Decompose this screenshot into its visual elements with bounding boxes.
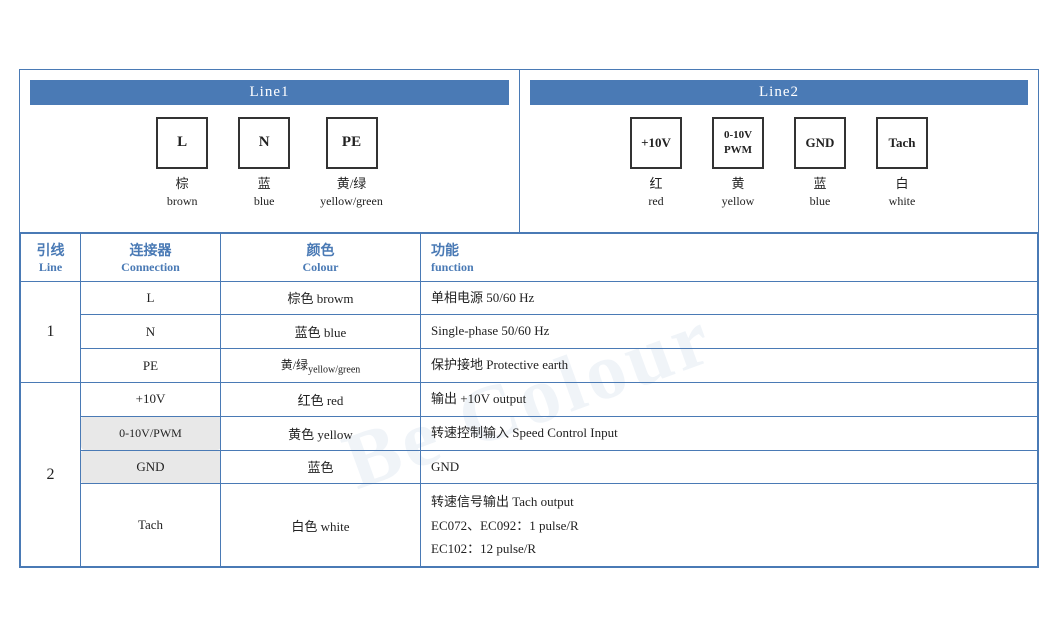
connector-PWM: 0-10VPWM 黄 yellow — [712, 117, 764, 210]
colour-Tach-cell: 白色 white — [221, 484, 421, 567]
conn-PWM-cell: 0-10V/PWM — [81, 416, 221, 450]
colour-N-cell: 蓝色 blue — [221, 315, 421, 349]
header-function: 功能 function — [421, 233, 1038, 281]
conn-PE-cell: PE — [81, 349, 221, 383]
line1-connectors-row: L 棕 brown N 蓝 blue PE 黄/绿 — [30, 117, 509, 210]
func-PWM-cell: 转速控制输入 Speed Control Input — [421, 416, 1038, 450]
conn-N-cell: N — [81, 315, 221, 349]
diagram-area: Line1 L 棕 brown N 蓝 blue P — [20, 70, 1038, 233]
table-header-row: 引线 Line 连接器 Connection 颜色 Colour 功能 func… — [21, 233, 1038, 281]
connector-L: L 棕 brown — [156, 117, 208, 210]
table-row: GND 蓝色 GND — [21, 450, 1038, 484]
colour-PE-cell: 黄/绿yellow/green — [221, 349, 421, 383]
conn-Tach-cell: Tach — [81, 484, 221, 567]
line1-number: 1 — [21, 281, 81, 382]
connector-box-PE: PE — [326, 117, 378, 169]
func-PE-cell: 保护接地 Protective earth — [421, 349, 1038, 383]
func-10V-cell: 输出 +10V output — [421, 382, 1038, 416]
connector-label-L: 棕 brown — [167, 175, 198, 210]
connector-label-Tach: 白 white — [889, 175, 916, 210]
connector-box-N: N — [238, 117, 290, 169]
table-row: PE 黄/绿yellow/green 保护接地 Protective earth — [21, 349, 1038, 383]
line2-number: 2 — [21, 382, 81, 567]
colour-GND-cell: 蓝色 — [221, 450, 421, 484]
connector-label-10V: 红 red — [648, 175, 663, 210]
connector-box-Tach: Tach — [876, 117, 928, 169]
header-connection: 连接器 Connection — [81, 233, 221, 281]
connector-label-N: 蓝 blue — [254, 175, 275, 210]
conn-GND-cell: GND — [81, 450, 221, 484]
conn-L-cell: L — [81, 281, 221, 315]
colour-10V-cell: 红色 red — [221, 382, 421, 416]
header-line: 引线 Line — [21, 233, 81, 281]
connector-box-GND: GND — [794, 117, 846, 169]
diagram-line2: Line2 +10V 红 red 0-10VPWM 黄 yellow — [520, 70, 1038, 232]
connector-PE: PE 黄/绿 yellow/green — [320, 117, 383, 210]
connector-Tach: Tach 白 white — [876, 117, 928, 210]
conn-10V-cell: +10V — [81, 382, 221, 416]
connector-box-L: L — [156, 117, 208, 169]
colour-PWM-cell: 黄色 yellow — [221, 416, 421, 450]
connector-N: N 蓝 blue — [238, 117, 290, 210]
table-row: 0-10V/PWM 黄色 yellow 转速控制输入 Speed Control… — [21, 416, 1038, 450]
connector-box-PWM: 0-10VPWM — [712, 117, 764, 169]
func-L-cell: 单相电源 50/60 Hz — [421, 281, 1038, 315]
connector-label-PE: 黄/绿 yellow/green — [320, 175, 383, 210]
connector-GND: GND 蓝 blue — [794, 117, 846, 210]
colour-L-cell: 棕色 browm — [221, 281, 421, 315]
table-row: N 蓝色 blue Single-phase 50/60 Hz — [21, 315, 1038, 349]
table-row: 1 L 棕色 browm 单相电源 50/60 Hz — [21, 281, 1038, 315]
header-colour: 颜色 Colour — [221, 233, 421, 281]
func-N-cell: Single-phase 50/60 Hz — [421, 315, 1038, 349]
line2-header: Line2 — [530, 80, 1028, 105]
connector-box-10V: +10V — [630, 117, 682, 169]
connector-label-GND: 蓝 blue — [810, 175, 831, 210]
table-row: Tach 白色 white 转速信号输出 Tach output EC072、E… — [21, 484, 1038, 567]
table-row: 2 +10V 红色 red 输出 +10V output — [21, 382, 1038, 416]
connector-label-PWM: 黄 yellow — [722, 175, 755, 210]
diagram-line1: Line1 L 棕 brown N 蓝 blue P — [20, 70, 520, 232]
line1-header: Line1 — [30, 80, 509, 105]
line2-connectors-row: +10V 红 red 0-10VPWM 黄 yellow GND — [530, 117, 1028, 210]
data-table: 引线 Line 连接器 Connection 颜色 Colour 功能 func… — [20, 233, 1038, 568]
table-wrapper: Be Colour 引线 Line 连接器 Connection 颜色 Colo… — [20, 233, 1038, 568]
func-GND-cell: GND — [421, 450, 1038, 484]
main-container: Line1 L 棕 brown N 蓝 blue P — [19, 69, 1039, 569]
connector-10V: +10V 红 red — [630, 117, 682, 210]
func-Tach-cell: 转速信号输出 Tach output EC072、EC092：1 pulse/R… — [421, 484, 1038, 567]
